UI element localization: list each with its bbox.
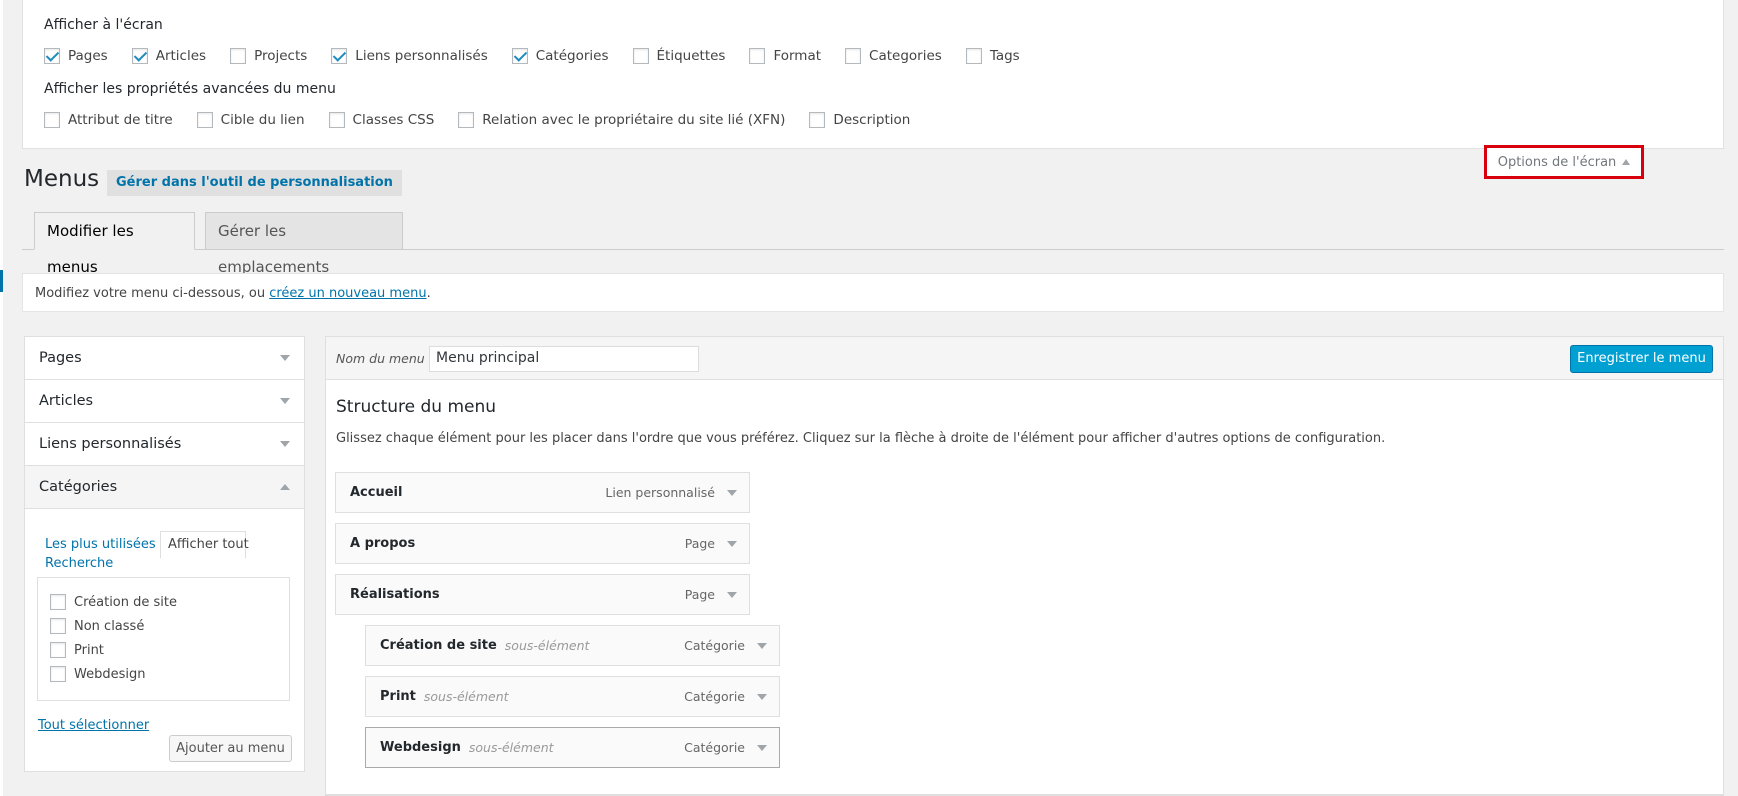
checkbox[interactable] <box>50 594 66 610</box>
menu-subitem[interactable]: Webdesign sous-élément Catégorie <box>365 727 780 768</box>
menu-name-label: Nom du menu <box>336 351 425 366</box>
arrow-up-icon <box>280 484 290 490</box>
expand-arrow-icon[interactable] <box>727 591 737 598</box>
menu-name-input[interactable]: Menu principal <box>429 346 699 372</box>
checkbox[interactable] <box>749 48 766 64</box>
menu-edit-panel: Nom du menu Menu principal Enregistrer l… <box>325 336 1724 796</box>
tab-manage-locations[interactable]: Gérer les emplacements <box>205 212 403 276</box>
category-item[interactable]: Création de site <box>50 590 277 614</box>
option-description[interactable]: Description <box>809 112 910 128</box>
menu-item[interactable]: Réalisations Page <box>335 574 750 615</box>
option-css-classes[interactable]: Classes CSS <box>328 112 434 128</box>
checkbox[interactable] <box>230 48 247 64</box>
notice-box: Modifiez votre menu ci-dessous, ou créez… <box>22 273 1724 312</box>
option-tags[interactable]: Tags <box>965 48 1020 64</box>
checkbox[interactable] <box>331 48 348 64</box>
advanced-options-title: Afficher les propriétés avancées du menu <box>44 81 336 97</box>
select-all-link[interactable]: Tout sélectionner <box>38 718 149 733</box>
checkbox[interactable] <box>511 48 528 64</box>
add-to-menu-button[interactable]: Ajouter au menu <box>169 735 292 762</box>
admin-sidebar-edge <box>0 0 3 796</box>
option-projects[interactable]: Projects <box>230 48 307 64</box>
menu-item[interactable]: A propos Page <box>335 523 750 564</box>
checkbox[interactable] <box>458 112 475 128</box>
checkbox[interactable] <box>50 642 66 658</box>
category-item[interactable]: Non classé <box>50 614 277 638</box>
expand-arrow-icon[interactable] <box>757 642 767 649</box>
expand-arrow-icon[interactable] <box>727 489 737 496</box>
checkbox[interactable] <box>809 112 826 128</box>
page-title: Menus <box>24 166 100 192</box>
checkbox[interactable] <box>196 112 213 128</box>
screen-options-row: Pages Articles Projects Liens personnali… <box>44 48 1038 64</box>
option-custom-links[interactable]: Liens personnalisés <box>331 48 488 64</box>
option-categories-en[interactable]: Categories <box>845 48 942 64</box>
add-items-accordion: Pages Articles Liens personnalisés Catég… <box>24 336 305 772</box>
screen-options-title: Afficher à l'écran <box>44 17 163 33</box>
subtab-show-all[interactable]: Afficher tout <box>160 531 249 559</box>
expand-arrow-icon[interactable] <box>757 744 767 751</box>
subtab-search[interactable]: Recherche <box>45 556 113 571</box>
option-xfn[interactable]: Relation avec le propriétaire du site li… <box>458 112 785 128</box>
accordion-categories[interactable]: Catégories <box>25 466 304 509</box>
option-link-target[interactable]: Cible du lien <box>196 112 305 128</box>
category-subtabs: Les plus utilisées Afficher tout Recherc… <box>45 531 249 571</box>
customize-button[interactable]: Gérer dans l'outil de personnalisation <box>107 170 402 196</box>
categories-panel: Les plus utilisées Afficher tout Recherc… <box>25 509 304 771</box>
checkbox[interactable] <box>44 48 60 64</box>
advanced-options-row: Attribut de titre Cible du lien Classes … <box>44 112 928 128</box>
checkbox[interactable] <box>50 666 66 682</box>
panel-divider <box>326 794 1723 795</box>
accordion-pages[interactable]: Pages <box>25 337 304 380</box>
checkbox[interactable] <box>845 48 862 64</box>
checkbox[interactable] <box>131 48 148 64</box>
checkbox[interactable] <box>632 48 649 64</box>
menu-item[interactable]: Accueil Lien personnalisé <box>335 472 750 513</box>
menu-subitem[interactable]: Print sous-élément Catégorie <box>365 676 780 717</box>
arrow-up-icon <box>1622 159 1631 165</box>
arrow-down-icon <box>280 441 290 447</box>
tab-edit-menus[interactable]: Modifier les menus <box>34 212 195 276</box>
checkbox[interactable] <box>965 48 982 64</box>
save-menu-button[interactable]: Enregistrer le menu <box>1570 345 1713 373</box>
option-tags-fr[interactable]: Étiquettes <box>632 48 725 64</box>
expand-arrow-icon[interactable] <box>727 540 737 547</box>
checkbox[interactable] <box>50 618 66 634</box>
option-articles[interactable]: Articles <box>131 48 206 64</box>
structure-title: Structure du menu <box>336 397 497 417</box>
arrow-down-icon <box>280 398 290 404</box>
screen-options-toggle[interactable]: Options de l'écran <box>1484 145 1644 179</box>
category-list: Création de site Non classé Print Webdes… <box>37 577 290 701</box>
sidebar-active-marker <box>0 270 3 292</box>
expand-arrow-icon[interactable] <box>757 693 767 700</box>
option-categories[interactable]: Catégories <box>511 48 609 64</box>
checkbox[interactable] <box>328 112 345 128</box>
checkbox[interactable] <box>44 112 60 128</box>
accordion-articles[interactable]: Articles <box>25 380 304 423</box>
menu-subitem[interactable]: Création de site sous-élément Catégorie <box>365 625 780 666</box>
menu-header: Nom du menu Menu principal Enregistrer l… <box>326 337 1723 380</box>
arrow-down-icon <box>280 355 290 361</box>
category-item[interactable]: Print <box>50 638 277 662</box>
option-title-attribute[interactable]: Attribut de titre <box>44 112 173 128</box>
accordion-custom-links[interactable]: Liens personnalisés <box>25 423 304 466</box>
option-format[interactable]: Format <box>749 48 821 64</box>
subtab-most-used[interactable]: Les plus utilisées <box>45 537 156 552</box>
structure-description: Glissez chaque élément pour les placer d… <box>336 431 1386 446</box>
screen-options-panel: Afficher à l'écran Pages Articles Projec… <box>22 0 1724 149</box>
create-menu-link[interactable]: créez un nouveau menu <box>269 286 426 301</box>
option-pages[interactable]: Pages <box>44 48 108 64</box>
category-item[interactable]: Webdesign <box>50 662 277 686</box>
